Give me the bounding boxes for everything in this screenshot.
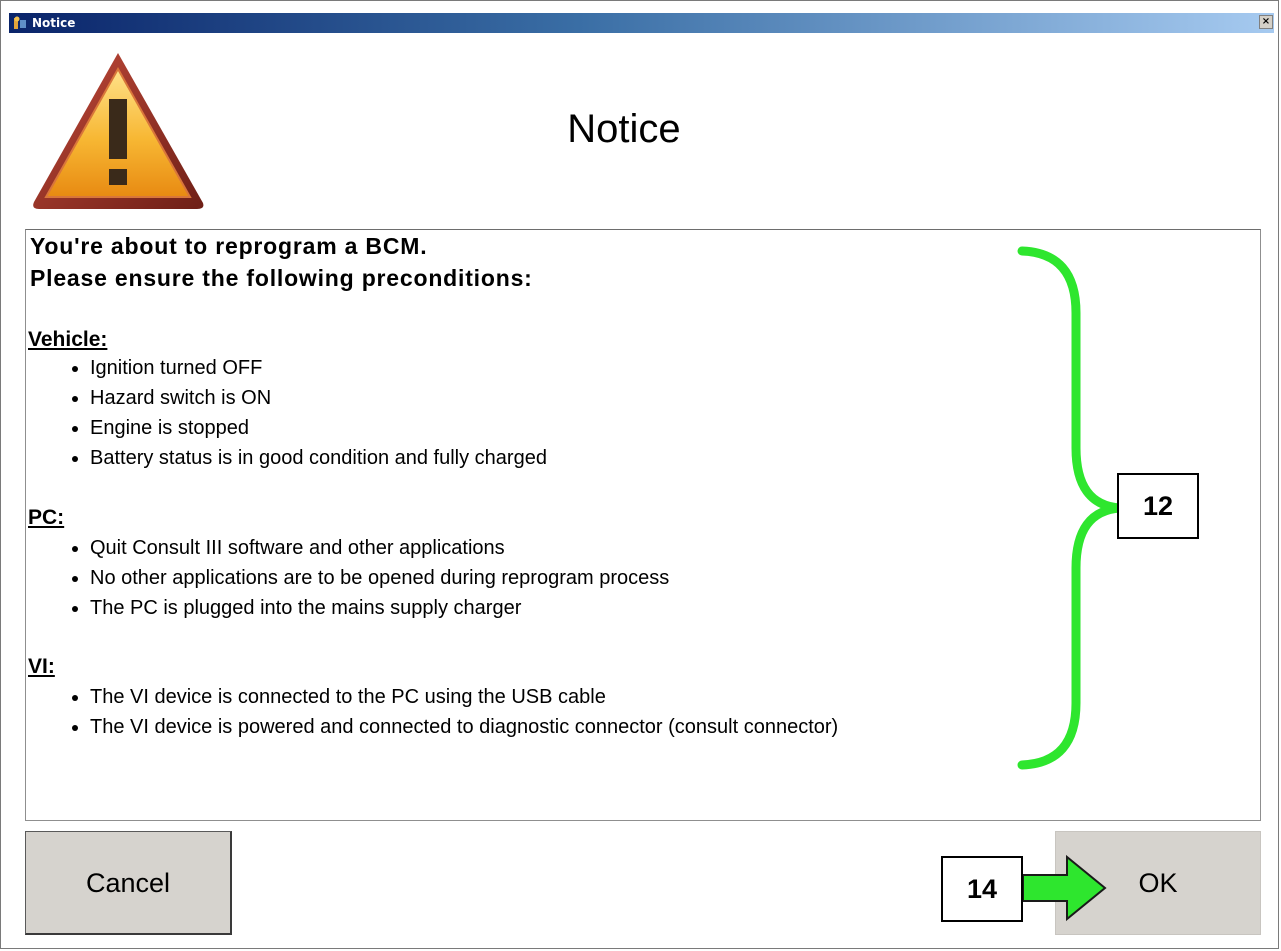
list-item: Battery status is in good condition and … (90, 443, 547, 473)
section-title-pc: PC: (28, 506, 65, 529)
list-item: Ignition turned OFF (90, 353, 547, 383)
list-item: Hazard switch is ON (90, 383, 547, 413)
window-title: Notice (32, 16, 76, 30)
title-bar[interactable]: Notice × (9, 13, 1274, 33)
list-item: The PC is plugged into the mains supply … (90, 593, 669, 623)
callout-label-14: 14 (941, 856, 1023, 922)
list-item: Quit Consult III software and other appl… (90, 533, 669, 563)
cancel-button[interactable]: Cancel (25, 831, 232, 935)
highlight-arrow (1022, 854, 1107, 922)
list-item: No other applications are to be opened d… (90, 563, 669, 593)
section-title-vi: VI: (28, 655, 55, 678)
warning-triangle-icon (33, 53, 204, 209)
vi-precondition-list: The VI device is connected to the PC usi… (36, 682, 838, 742)
highlight-brace (1017, 246, 1121, 770)
intro-line-2: Please ensure the following precondition… (30, 265, 533, 291)
dialog-heading: Notice (567, 107, 681, 151)
dialog-client: Notice You're about to reprogram a BCM. … (9, 33, 1274, 946)
intro-line-1: You're about to reprogram a BCM. (30, 233, 428, 259)
close-button[interactable]: × (1259, 15, 1273, 29)
vehicle-precondition-list: Ignition turned OFF Hazard switch is ON … (36, 353, 547, 473)
notice-window: Notice × Notice You're about to reprogra… (0, 0, 1279, 949)
pc-precondition-list: Quit Consult III software and other appl… (36, 533, 669, 623)
app-icon (12, 15, 28, 31)
section-title-vehicle: Vehicle: (28, 328, 108, 351)
list-item: Engine is stopped (90, 413, 547, 443)
list-item: The VI device is connected to the PC usi… (90, 682, 838, 712)
callout-label-12: 12 (1117, 473, 1199, 539)
list-item: The VI device is powered and connected t… (90, 712, 838, 742)
